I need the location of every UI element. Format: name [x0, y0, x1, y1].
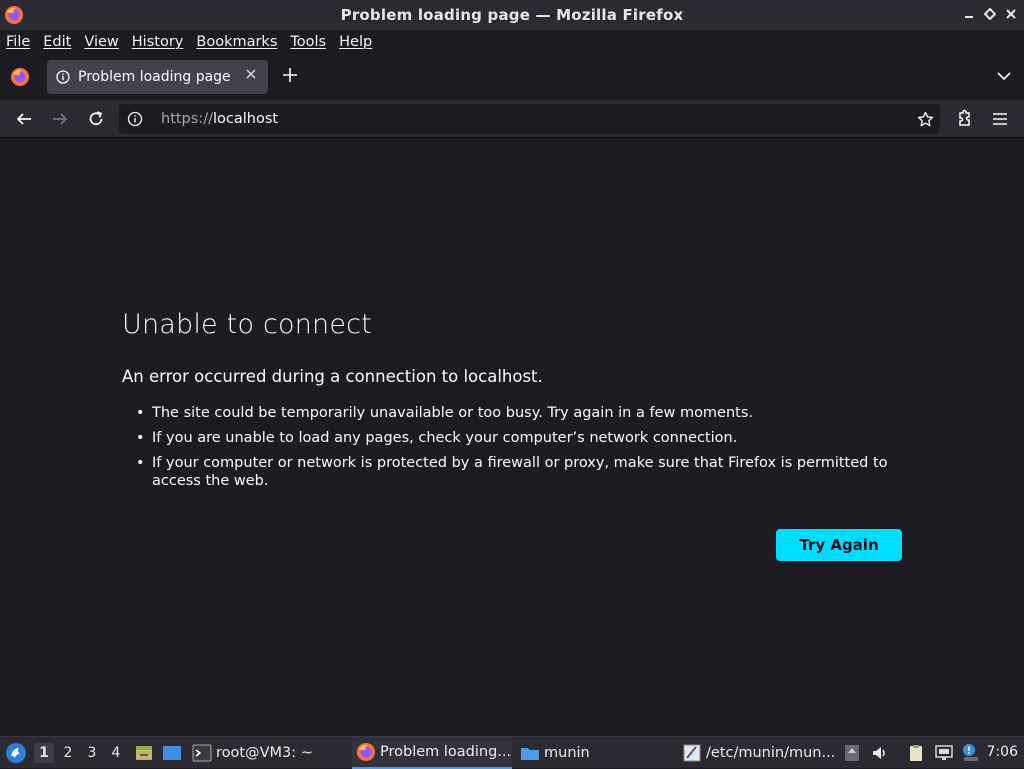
menu-help[interactable]: Help — [339, 34, 372, 50]
minimize-icon — [965, 16, 973, 18]
restore-button[interactable] — [983, 7, 997, 21]
error-description: An error occurred during a connection to… — [122, 367, 543, 386]
clock: 7:06 — [986, 744, 1018, 760]
reload-icon[interactable] — [86, 109, 106, 129]
menu-bookmarks[interactable]: Bookmarks — [196, 34, 277, 50]
forward-arrow-icon[interactable] — [50, 109, 70, 129]
firefox-view-icon[interactable] — [10, 67, 30, 87]
workspace-4[interactable]: 4 — [106, 743, 126, 763]
url-bar[interactable]: https://localhost — [119, 104, 940, 134]
url-scheme: https:// — [161, 111, 213, 127]
url-host: localhost — [212, 111, 279, 127]
start-menu-icon[interactable] — [5, 742, 27, 764]
task-folder[interactable]: munin — [520, 737, 670, 769]
workspace-1[interactable]: 1 — [34, 743, 54, 763]
list-item: If you are unable to load any pages, che… — [122, 429, 912, 447]
url-text[interactable]: https://localhost — [161, 111, 278, 127]
window-titlebar: Problem loading page — Mozilla Firefox — [0, 0, 1024, 30]
close-icon — [1006, 9, 1016, 19]
desktop-launcher-icon[interactable] — [162, 743, 182, 763]
plus-icon — [283, 68, 297, 82]
bookmark-star-icon[interactable] — [917, 111, 934, 128]
workspace-3[interactable]: 3 — [82, 743, 102, 763]
minimize-button[interactable] — [962, 7, 976, 21]
menu-tools[interactable]: Tools — [290, 34, 326, 50]
taskbar: 1 2 3 4 root@VM3: ~ Problem loading... m… — [0, 736, 1024, 769]
navigation-toolbar: https://localhost — [0, 100, 1024, 138]
task-label: munin — [544, 745, 590, 761]
site-info-icon[interactable] — [127, 111, 143, 127]
restore-icon — [984, 8, 996, 20]
error-page: Unable to connect An error occurred duri… — [0, 139, 1024, 736]
task-label: /etc/munin/mun... — [706, 745, 836, 761]
extensions-icon[interactable] — [954, 109, 974, 129]
menu-bar: File Edit View History Bookmarks Tools H… — [0, 30, 1024, 54]
error-title: Unable to connect — [122, 309, 372, 340]
tab-problem-loading[interactable]: Problem loading page — [47, 60, 268, 94]
tab-label: Problem loading page — [78, 69, 231, 85]
task-firefox[interactable]: Problem loading... — [352, 737, 512, 769]
folder-icon — [521, 748, 539, 760]
list-item: The site could be temporarily unavailabl… — [122, 404, 912, 422]
text-editor-icon — [683, 744, 701, 762]
tab-close-button[interactable] — [244, 68, 258, 82]
try-again-button[interactable]: Try Again — [776, 529, 902, 561]
workspace-2[interactable]: 2 — [58, 743, 78, 763]
file-manager-launcher-icon[interactable] — [134, 743, 154, 763]
close-window-button[interactable] — [1004, 7, 1018, 21]
firefox-icon — [357, 743, 375, 761]
scroll-indicator-icon[interactable] — [842, 743, 862, 763]
menu-file[interactable]: File — [6, 34, 30, 50]
menu-history[interactable]: History — [132, 34, 184, 50]
close-icon — [246, 69, 256, 79]
info-icon — [56, 70, 70, 84]
hamburger-menu-icon[interactable] — [990, 109, 1010, 129]
task-terminal[interactable]: root@VM3: ~ — [192, 737, 342, 769]
task-text-editor[interactable]: /etc/munin/mun... — [682, 737, 837, 769]
menu-edit[interactable]: Edit — [43, 34, 71, 50]
clipboard-icon[interactable] — [906, 743, 926, 763]
back-arrow-icon[interactable] — [14, 109, 34, 129]
notification-icon[interactable] — [961, 743, 981, 763]
chevron-down-icon[interactable] — [996, 68, 1012, 84]
firefox-icon — [5, 6, 23, 24]
menu-view[interactable]: View — [84, 34, 118, 50]
tab-strip: Problem loading page — [0, 54, 1024, 100]
new-tab-button[interactable] — [280, 67, 300, 87]
task-label: Problem loading... — [380, 744, 512, 760]
volume-icon[interactable] — [870, 743, 890, 763]
error-suggestion-list: The site could be temporarily unavailabl… — [122, 404, 912, 497]
list-item: If your computer or network is protected… — [122, 454, 912, 490]
task-label: root@VM3: ~ — [216, 745, 313, 761]
terminal-icon — [192, 744, 212, 762]
window-title: Problem loading page — Mozilla Firefox — [340, 6, 684, 24]
network-icon[interactable] — [934, 743, 954, 763]
